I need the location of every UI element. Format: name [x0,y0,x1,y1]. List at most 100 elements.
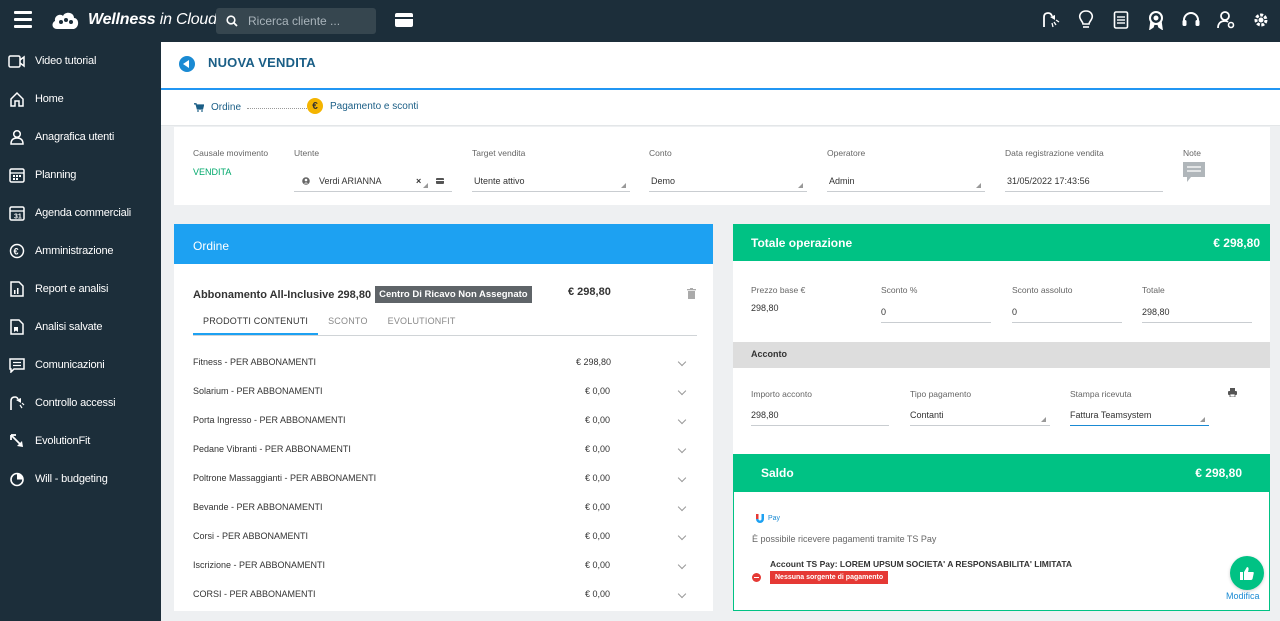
error-badge: Nessuna sorgente di pagamento [770,571,889,584]
data-input[interactable]: 31/05/2022 17:43:56 [1005,170,1163,192]
chevron-down-icon[interactable] [677,415,687,425]
chevron-down-icon[interactable] [677,357,687,367]
row-name: Pedane Vibranti - PER ABBONAMENTI [193,443,351,454]
award-icon[interactable] [1145,8,1167,32]
target-select[interactable]: Utente attivo [472,170,630,192]
page-header: NUOVA VENDITA [161,42,1280,90]
list-item[interactable]: Iscrizione - PER ABBONAMENTI € 0,00 [193,550,699,579]
list-item[interactable]: Corsi - PER ABBONAMENTI € 0,00 [193,521,699,550]
list-item[interactable]: Solarium - PER ABBONAMENTI € 0,00 [193,376,699,405]
modifica-link[interactable]: Modifica [1226,591,1260,601]
chevron-down-icon[interactable] [677,473,687,483]
search-input[interactable] [248,14,358,28]
user-settings-icon[interactable] [1215,8,1237,32]
step-pagamento[interactable]: € Pagamento e sconti [307,98,418,114]
app-logo[interactable]: Wellness in Cloud [50,7,217,33]
card-icon[interactable] [395,13,413,27]
sidebar-item-anagrafica-utenti[interactable]: Anagrafica utenti [0,118,161,156]
sidebar-item-controllo-accessi[interactable]: Controllo accessi [0,384,161,422]
tipo-select[interactable]: Contanti [910,404,1050,426]
operatore-select[interactable]: Admin [827,170,985,192]
sidebar-item-home[interactable]: Home [0,80,161,118]
sidebar-item-report-e-analisi[interactable]: Report e analisi [0,270,161,308]
conto-select[interactable]: Demo [649,170,807,192]
step-pagamento-label: Pagamento e sconti [330,100,419,112]
list-item[interactable]: Pedane Vibranti - PER ABBONAMENTI € 0,00 [193,434,699,463]
product-name: Abbonamento All-Inclusive 298,80 [193,288,372,301]
step-ordine[interactable]: Ordine [194,102,241,113]
operatore-field: Operatore Admin [827,148,985,192]
row-price: € 0,00 [585,501,611,512]
chevron-down-icon[interactable] [677,502,687,512]
row-price: € 0,00 [585,443,611,454]
tspay-panel: Pay È possibile ricevere pagamenti trami… [733,492,1270,611]
card-small-icon[interactable] [436,177,444,184]
lightbulb-icon[interactable] [1075,8,1097,32]
totale-input[interactable]: 298,80 [1142,301,1252,323]
sidebar-item-evolutionfit[interactable]: EvolutionFit [0,422,161,460]
sconto-pct-value: 0 [881,306,887,317]
row-price: € 0,00 [585,559,611,570]
clear-icon[interactable]: × [416,176,421,186]
tab-sconto[interactable]: SCONTO [318,308,378,335]
page-title: NUOVA VENDITA [208,55,316,70]
sidebar-item-amministrazione[interactable]: € Amministrazione [0,232,161,270]
list-item[interactable]: Fitness - PER ABBONAMENTI € 298,80 [193,347,699,376]
list-item[interactable]: Porta Ingresso - PER ABBONAMENTI € 0,00 [193,405,699,434]
tspay-account: Account TS Pay: LOREM UPSUM SOCIETA' A R… [770,559,1073,569]
chevron-down-icon[interactable] [677,444,687,454]
row-price: € 0,00 [585,530,611,541]
row-name: Solarium - PER ABBONAMENTI [193,385,323,396]
menu-icon[interactable] [14,11,32,29]
tab-prodotti-contenuti[interactable]: PRODOTTI CONTENUTI [193,308,319,335]
totale-amount: € 298,80 [1213,235,1260,250]
sconto-pct-input[interactable]: 0 [881,301,991,323]
importo-input[interactable]: 298,80 [751,404,889,426]
sconto-abs-input[interactable]: 0 [1012,301,1122,323]
list-item[interactable]: CORSI - PER ABBONAMENTI € 0,00 [193,579,699,608]
sidebar-item-comunicazioni[interactable]: Comunicazioni [0,346,161,384]
list-item[interactable]: Poltrone Massaggianti - PER ABBONAMENTI €… [193,463,699,492]
sidebar-item-planning[interactable]: Planning [0,156,161,194]
totale-header: Totale operazione € 298,80 [733,224,1270,261]
sidebar-item-will-budgeting[interactable]: Will - budgeting [0,460,161,498]
note-field: Note [1183,148,1205,182]
dropdown-corner-icon [1041,417,1046,422]
document-icon[interactable] [1110,8,1132,32]
sidebar-item-analisi-salvate[interactable]: Analisi salvate [0,308,161,346]
logo-text: Wellness in Cloud [88,11,217,28]
chevron-down-icon[interactable] [677,386,687,396]
shower-icon[interactable] [1040,8,1062,32]
tspay-logo: Pay [755,513,780,523]
prezzo-value: 298,80 [751,303,779,313]
trash-icon[interactable] [687,288,696,299]
sidebar-item-label: Anagrafica utenti [35,131,115,143]
sidebar-item-label: EvolutionFit [35,435,91,447]
chevron-down-icon[interactable] [677,560,687,570]
conto-field: Conto Demo [649,148,807,192]
tab-evolutionfit[interactable]: EVOLUTIONFIT [378,308,466,335]
printer-icon[interactable] [1228,388,1237,397]
target-label: Target vendita [472,148,526,158]
edit-fab-button[interactable] [1230,556,1264,590]
causale-label: Causale movimento [193,148,269,158]
utente-input[interactable]: Verdi ARIANNA × [294,170,452,192]
back-button[interactable] [179,56,195,72]
row-price: € 0,00 [585,472,611,483]
gear-icon[interactable] [1250,8,1272,32]
acconto-title: Acconto [733,342,1270,368]
sconto-abs-value: 0 [1012,306,1018,317]
operatore-label: Operatore [827,148,866,158]
list-item[interactable]: Bevande - PER ABBONAMENTI € 0,00 [193,492,699,521]
chevron-down-icon[interactable] [677,589,687,599]
sale-form: Causale movimento VENDITA Utente Verdi A… [174,127,1270,205]
headset-icon[interactable] [1180,8,1202,32]
thumbs-up-icon [1240,566,1254,580]
tspay-label: Pay [768,514,781,522]
chevron-down-icon[interactable] [677,531,687,541]
stampa-select[interactable]: Fattura Teamsystem [1070,404,1209,426]
pie-chart-icon [8,471,25,488]
note-icon[interactable] [1183,162,1205,182]
sidebar-item-video-tutorial[interactable]: Video tutorial [0,42,161,80]
sidebar-item-agenda-commerciali[interactable]: 31 Agenda commerciali [0,194,161,232]
